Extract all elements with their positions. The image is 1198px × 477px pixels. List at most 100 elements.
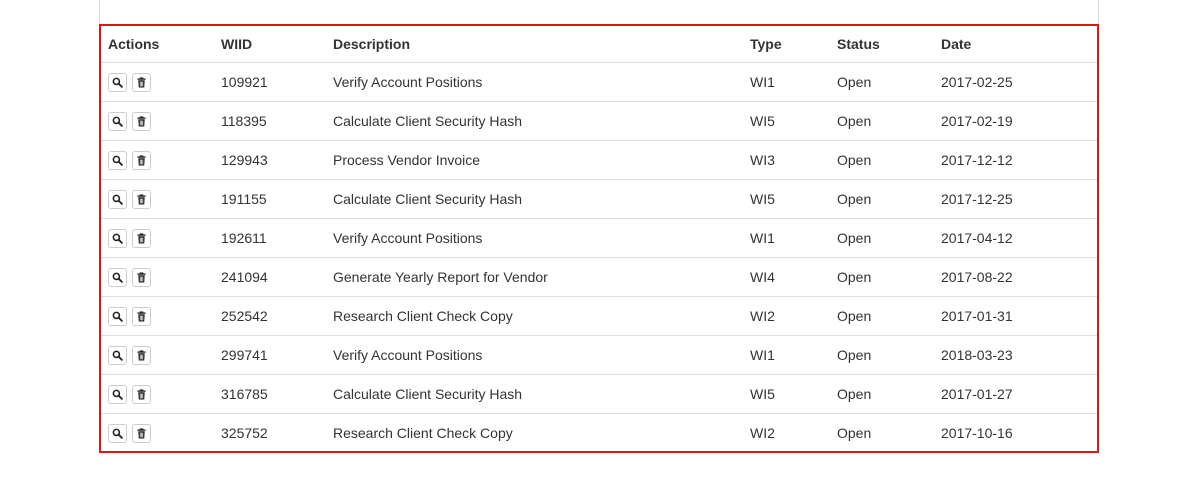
delete-button[interactable] [132, 228, 151, 248]
type-cell: WI1 [743, 335, 830, 375]
wiid-cell: 299741 [214, 335, 326, 375]
description-cell: Verify Account Positions [326, 335, 743, 375]
status-cell: Open [830, 179, 934, 219]
actions-cell [101, 257, 214, 297]
table-row: 325752 Research Client Check Copy WI2 Op… [101, 414, 1097, 452]
search-icon [112, 272, 123, 283]
table-row: 118395 Calculate Client Security Hash WI… [101, 101, 1097, 141]
trash-icon [137, 115, 146, 127]
page: Actions WIID Description Type Status Dat… [0, 0, 1198, 477]
view-button[interactable] [108, 345, 127, 365]
status-cell: Open [830, 335, 934, 375]
status-cell: Open [830, 62, 934, 102]
delete-button[interactable] [132, 111, 151, 131]
wiid-cell: 129943 [214, 140, 326, 180]
type-cell: WI5 [743, 179, 830, 219]
delete-button[interactable] [132, 72, 151, 92]
search-icon [112, 77, 123, 88]
delete-button[interactable] [132, 189, 151, 209]
status-cell: Open [830, 296, 934, 336]
view-button[interactable] [108, 189, 127, 209]
table-row: 192611 Verify Account Positions WI1 Open… [101, 218, 1097, 258]
search-icon [112, 233, 123, 244]
date-cell: 2018-03-23 [934, 335, 1097, 375]
wiid-cell: 118395 [214, 101, 326, 141]
header-date[interactable]: Date [934, 26, 1097, 63]
view-button[interactable] [108, 423, 127, 443]
description-cell: Verify Account Positions [326, 62, 743, 102]
search-icon [112, 311, 123, 322]
table-row: 109921 Verify Account Positions WI1 Open… [101, 62, 1097, 102]
type-cell: WI1 [743, 62, 830, 102]
view-button[interactable] [108, 306, 127, 326]
view-button[interactable] [108, 267, 127, 287]
wiid-cell: 191155 [214, 179, 326, 219]
search-icon [112, 116, 123, 127]
description-cell: Verify Account Positions [326, 218, 743, 258]
type-cell: WI2 [743, 296, 830, 336]
date-cell: 2017-01-31 [934, 296, 1097, 336]
type-cell: WI2 [750, 425, 775, 441]
table-body: 109921 Verify Account Positions WI1 Open… [101, 62, 1097, 452]
header-description[interactable]: Description [326, 26, 743, 63]
status-cell: Open [830, 374, 934, 414]
table-row: 299741 Verify Account Positions WI1 Open… [101, 335, 1097, 375]
wiid-cell: 109921 [214, 62, 326, 102]
trash-icon [137, 349, 146, 361]
table-row: 191155 Calculate Client Security Hash WI… [101, 179, 1097, 219]
delete-button[interactable] [132, 384, 151, 404]
trash-icon [137, 271, 146, 283]
header-status[interactable]: Status [830, 26, 934, 63]
date-cell: 2017-04-12 [934, 218, 1097, 258]
search-icon [112, 428, 123, 439]
date-cell: 2017-01-27 [934, 374, 1097, 414]
description-cell: Calculate Client Security Hash [326, 179, 743, 219]
actions-cell [101, 218, 214, 258]
view-button[interactable] [108, 72, 127, 92]
view-button[interactable] [108, 111, 127, 131]
delete-button[interactable] [132, 423, 151, 443]
description-cell: Calculate Client Security Hash [326, 101, 743, 141]
table-row: 252542 Research Client Check Copy WI2 Op… [101, 296, 1097, 336]
date-cell: 2017-12-12 [934, 140, 1097, 180]
delete-button[interactable] [132, 306, 151, 326]
actions-cell [101, 414, 214, 452]
view-button[interactable] [108, 384, 127, 404]
delete-button[interactable] [132, 267, 151, 287]
trash-icon [137, 193, 146, 205]
date-cell: 2017-02-19 [934, 101, 1097, 141]
date-cell: 2017-10-16 [941, 425, 1013, 441]
header-type[interactable]: Type [743, 26, 830, 63]
description-cell: Research Client Check Copy [326, 296, 743, 336]
table-row: 316785 Calculate Client Security Hash WI… [101, 374, 1097, 414]
trash-icon [137, 310, 146, 322]
wiid-cell: 252542 [214, 296, 326, 336]
wiid-cell: 192611 [214, 218, 326, 258]
work-items-table: Actions WIID Description Type Status Dat… [101, 26, 1097, 452]
search-icon [112, 194, 123, 205]
description-cell: Research Client Check Copy [333, 425, 513, 441]
type-cell: WI4 [743, 257, 830, 297]
actions-cell [101, 62, 214, 102]
actions-cell [101, 296, 214, 336]
table-header-row: Actions WIID Description Type Status Dat… [101, 26, 1097, 63]
description-cell: Process Vendor Invoice [326, 140, 743, 180]
date-cell: 2017-12-25 [934, 179, 1097, 219]
actions-cell [101, 374, 214, 414]
view-button[interactable] [108, 150, 127, 170]
actions-cell [101, 179, 214, 219]
description-cell: Generate Yearly Report for Vendor [326, 257, 743, 297]
type-cell: WI5 [743, 374, 830, 414]
trash-icon [137, 154, 146, 166]
table-row: 129943 Process Vendor Invoice WI3 Open 2… [101, 140, 1097, 180]
type-cell: WI1 [743, 218, 830, 258]
status-cell: Open [830, 140, 934, 180]
view-button[interactable] [108, 228, 127, 248]
delete-button[interactable] [132, 345, 151, 365]
status-cell: Open [830, 101, 934, 141]
header-wiid[interactable]: WIID [214, 26, 326, 63]
delete-button[interactable] [132, 150, 151, 170]
trash-icon [137, 388, 146, 400]
wiid-cell: 241094 [214, 257, 326, 297]
status-cell: Open [830, 257, 934, 297]
